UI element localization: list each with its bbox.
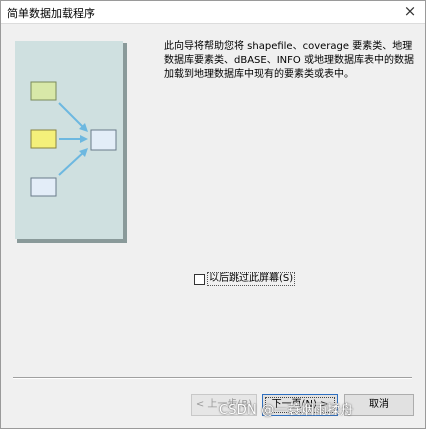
skip-screen-option[interactable]: 以后跳过此屏幕(S) bbox=[194, 272, 296, 286]
source-box-yellow bbox=[30, 129, 57, 149]
window-title: 简单数据加载程序 bbox=[7, 7, 95, 20]
wizard-description: 此向导将帮助您将 shapefile、coverage 要素类、地理数据库要素类… bbox=[164, 41, 414, 80]
skip-screen-checkbox[interactable] bbox=[194, 273, 205, 285]
close-icon[interactable]: × bbox=[395, 1, 425, 23]
watermark-text: CSDN @一蓑烟雨揉舟 bbox=[219, 403, 354, 418]
title-bar: 简单数据加载程序 × bbox=[1, 1, 425, 24]
skip-screen-label[interactable]: 以后跳过此屏幕(S) bbox=[207, 272, 296, 286]
simple-data-loader-dialog: 简单数据加载程序 × 此向导将帮助您将 shapefile、coverage 要… bbox=[0, 0, 426, 429]
footer-divider bbox=[13, 377, 412, 379]
source-box-green bbox=[30, 81, 57, 101]
source-box-blue bbox=[30, 177, 57, 197]
target-box bbox=[90, 129, 117, 151]
cancel-button[interactable]: 取消 bbox=[344, 394, 414, 416]
data-flow-illustration bbox=[15, 41, 127, 243]
